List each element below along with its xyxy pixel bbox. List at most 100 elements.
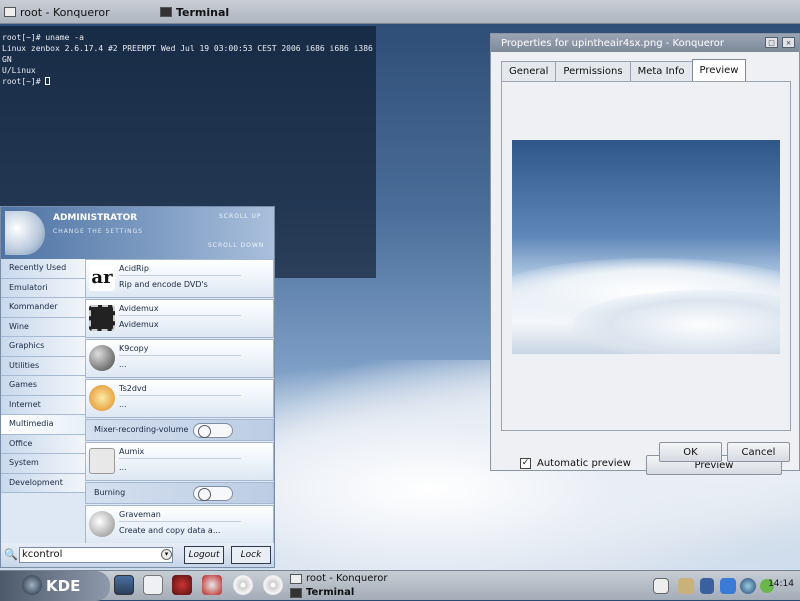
- automatic-preview-option[interactable]: ✓ Automatic preview: [520, 458, 631, 469]
- terminal-output[interactable]: root[~]# uname -a Linux zenbox 2.6.17.4 …: [0, 26, 376, 93]
- k-menu: ADMINISTRATOR CHANGE THE SETTINGS SCROLL…: [0, 206, 275, 568]
- terminal-line: U/Linux: [2, 66, 36, 75]
- user-subtitle[interactable]: CHANGE THE SETTINGS: [53, 228, 143, 235]
- app-acidrip[interactable]: ar AcidRip Rip and encode DVD's: [85, 259, 274, 298]
- avidemux-icon: [89, 305, 115, 331]
- image-preview: [512, 140, 780, 354]
- taskbar-item-label: root - Konqueror: [20, 5, 110, 19]
- category-kommander[interactable]: Kommander: [1, 298, 85, 318]
- app-k9copy[interactable]: K9copy ...: [85, 339, 274, 378]
- application-icon[interactable]: [202, 575, 222, 595]
- desktop-icon[interactable]: [114, 575, 134, 595]
- terminal-icon: [290, 587, 302, 598]
- app-aumix[interactable]: Aumix ...: [85, 442, 274, 481]
- window-icon: [290, 573, 302, 584]
- lock-button[interactable]: Lock: [231, 546, 271, 564]
- scroll-up-button[interactable]: SCROLL UP: [219, 213, 262, 220]
- app-graveman[interactable]: Graveman Create and copy data a...: [85, 505, 274, 544]
- app-description: ...: [119, 400, 127, 409]
- category-multimedia[interactable]: Multimedia: [1, 415, 85, 435]
- taskbar-item-konqueror[interactable]: root - Konqueror: [4, 4, 110, 20]
- category-graphics[interactable]: Graphics: [1, 337, 85, 357]
- application-list: ar AcidRip Rip and encode DVD's Avidemux…: [85, 259, 274, 545]
- panel-task-konqueror[interactable]: root - Konqueror: [290, 573, 388, 584]
- tray-icon[interactable]: [700, 578, 714, 594]
- expand-toggle[interactable]: [193, 486, 233, 501]
- submenu-mixer-recording-volume[interactable]: Mixer-recording-volume: [85, 419, 274, 441]
- tab-preview[interactable]: Preview: [691, 59, 747, 81]
- network-icon[interactable]: [740, 578, 756, 594]
- category-recently-used[interactable]: Recently Used: [1, 259, 85, 279]
- automatic-preview-checkbox[interactable]: ✓: [520, 458, 531, 469]
- terminal-line: root[~]# uname -a: [2, 33, 84, 42]
- category-emulatori[interactable]: Emulatori: [1, 278, 85, 298]
- app-ts2dvd[interactable]: Ts2dvd ...: [85, 379, 274, 418]
- aumix-icon: [89, 448, 115, 474]
- app-name: Graveman: [119, 510, 161, 519]
- submenu-label: Mixer-recording-volume: [94, 425, 189, 434]
- tab-general[interactable]: General: [501, 61, 557, 81]
- preview-panel: ✓ Automatic preview Preview: [501, 81, 791, 475]
- category-internet[interactable]: Internet: [1, 395, 85, 415]
- dvd-drive-icon[interactable]: [263, 575, 283, 595]
- user-name: ADMINISTRATOR: [53, 213, 138, 223]
- tab-meta-info[interactable]: Meta Info: [629, 61, 693, 81]
- k-menu-header: ADMINISTRATOR CHANGE THE SETTINGS SCROLL…: [1, 207, 274, 259]
- kde-logo-icon: [22, 575, 42, 595]
- top-taskbar: root - Konqueror Terminal: [0, 0, 800, 24]
- tab-permissions[interactable]: Permissions: [555, 61, 631, 81]
- taskbar-item-terminal[interactable]: Terminal: [160, 4, 229, 20]
- category-wine[interactable]: Wine: [1, 317, 85, 337]
- search-icon: 🔍: [4, 548, 18, 561]
- dialog-title: Properties for upintheair4sx.png - Konqu…: [501, 37, 725, 49]
- app-description: ...: [119, 360, 127, 369]
- clipboard-icon[interactable]: [653, 578, 669, 594]
- category-games[interactable]: Games: [1, 376, 85, 396]
- panel-task-label: root - Konqueror: [306, 573, 388, 584]
- submenu-label: Burning: [94, 488, 126, 497]
- terminal-line: root[~]#: [2, 77, 46, 86]
- category-office[interactable]: Office: [1, 434, 85, 454]
- chevron-down-icon[interactable]: ▾: [161, 549, 172, 560]
- app-name: AcidRip: [119, 264, 149, 273]
- app-name: Ts2dvd: [119, 384, 147, 393]
- terminal-icon: [160, 7, 172, 17]
- tray-icon[interactable]: [678, 578, 694, 594]
- cancel-button[interactable]: Cancel: [727, 442, 790, 462]
- logout-button[interactable]: Logout: [184, 546, 224, 564]
- terminal-line: Linux zenbox 2.6.17.4 #2 PREEMPT Wed Jul…: [2, 44, 378, 64]
- expand-toggle[interactable]: [193, 423, 233, 438]
- app-name: Aumix: [119, 447, 145, 456]
- kde-menu-button[interactable]: KDE: [0, 571, 110, 601]
- dialog-titlebar[interactable]: Properties for upintheair4sx.png - Konqu…: [491, 34, 799, 52]
- app-description: Avidemux: [119, 320, 159, 329]
- application-icon[interactable]: [172, 575, 192, 595]
- category-utilities[interactable]: Utilities: [1, 356, 85, 376]
- tray-icon[interactable]: [720, 578, 736, 594]
- app-name: Avidemux: [119, 304, 159, 313]
- taskbar-item-label: Terminal: [176, 5, 230, 19]
- category-system[interactable]: System: [1, 454, 85, 474]
- app-description: Create and copy data a...: [119, 526, 221, 535]
- clock[interactable]: 14:14: [768, 579, 794, 589]
- panel-task-label: Terminal: [306, 587, 355, 598]
- ok-button[interactable]: OK: [659, 442, 722, 462]
- kde-logo-icon: [5, 211, 45, 255]
- home-folder-icon[interactable]: [143, 575, 163, 595]
- k-menu-footer: 🔍 kcontrol ▾ Logout Lock: [1, 543, 274, 567]
- app-description: ...: [119, 463, 127, 472]
- properties-dialog: Properties for upintheair4sx.png - Konqu…: [490, 33, 800, 475]
- terminal-cursor: [45, 77, 51, 85]
- close-icon[interactable]: ×: [782, 37, 795, 48]
- submenu-burning[interactable]: Burning: [85, 482, 274, 504]
- app-avidemux[interactable]: Avidemux Avidemux: [85, 299, 274, 338]
- scroll-down-button[interactable]: SCROLL DOWN: [208, 242, 264, 249]
- graveman-icon: [89, 511, 115, 537]
- panel-task-terminal[interactable]: Terminal: [290, 587, 354, 598]
- app-description: Rip and encode DVD's: [119, 280, 208, 289]
- category-development[interactable]: Development: [1, 473, 85, 493]
- maximize-icon[interactable]: □: [765, 37, 778, 48]
- kde-label: KDE: [46, 577, 81, 595]
- cd-drive-icon[interactable]: [233, 575, 253, 595]
- search-input[interactable]: kcontrol: [19, 547, 173, 563]
